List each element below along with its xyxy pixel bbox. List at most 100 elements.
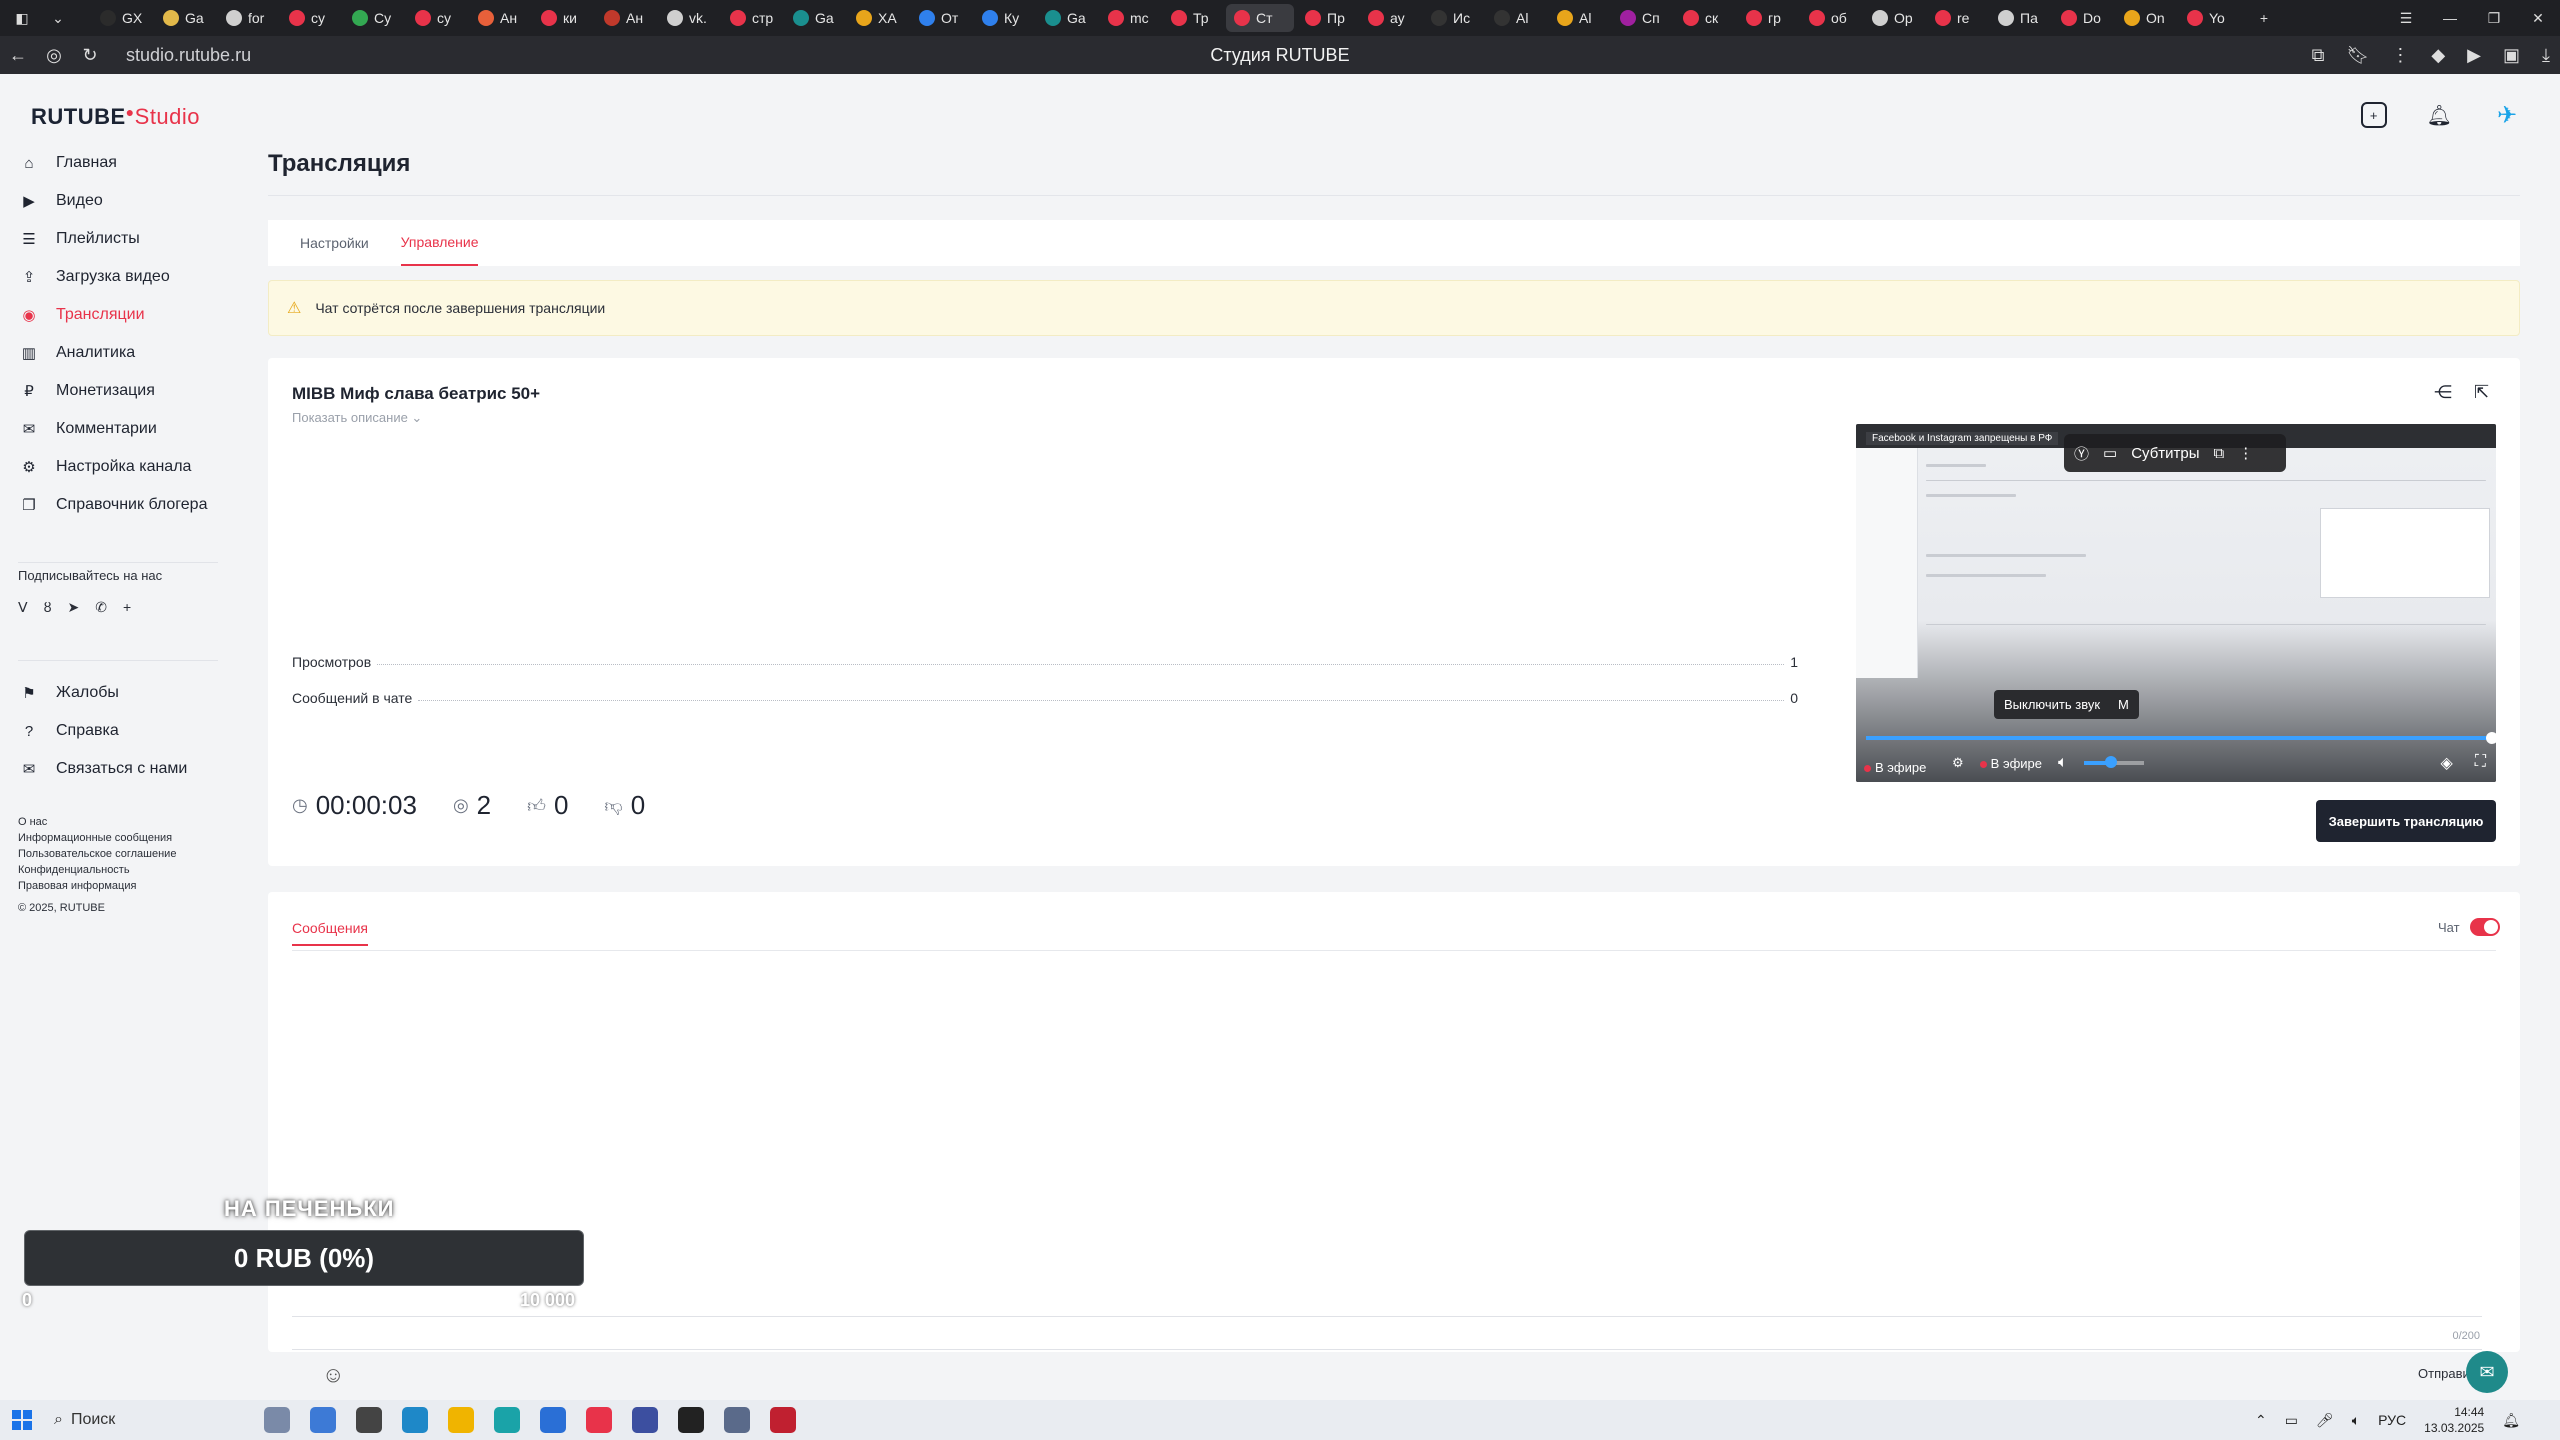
browser-tab[interactable]: for (218, 4, 278, 32)
share-icon[interactable]: ⋲ (2434, 382, 2452, 403)
browser-tab[interactable]: су (281, 4, 341, 32)
browser-tab[interactable]: Ст (1226, 4, 1294, 32)
sidebar-item-money[interactable]: ₽ Монетизация (0, 372, 230, 410)
media-icon[interactable]: ▶ (2467, 45, 2481, 66)
collections-icon[interactable]: ▣ (2503, 45, 2520, 66)
browser-tab[interactable]: Al (1486, 4, 1546, 32)
start-button[interactable] (12, 1410, 32, 1430)
rutube-studio-logo[interactable]: RUTUBE●Studio (31, 104, 200, 130)
browser-tab[interactable]: On (2116, 4, 2176, 32)
browser-tab[interactable]: От (911, 4, 971, 32)
browser-tab[interactable]: ХА (848, 4, 908, 32)
more-icon[interactable]: ⋮ (2391, 45, 2409, 66)
footer-link[interactable]: Правовая информация (18, 878, 176, 894)
app-copilot-icon[interactable] (310, 1407, 336, 1433)
sidebar-item-book[interactable]: ❐ Справочник блогера (0, 486, 230, 524)
app-explorer-icon[interactable] (356, 1407, 382, 1433)
browser-tab[interactable]: Yo (2179, 4, 2239, 32)
browser-tab[interactable]: Па (1990, 4, 2050, 32)
tray-volume-icon[interactable]: 🔈︎ (2352, 1412, 2360, 1429)
browser-tab[interactable]: Ga (155, 4, 215, 32)
sidebar-item-broadcast[interactable]: ◉ Трансляции (0, 296, 230, 334)
sidebar-item-gear[interactable]: ⚙ Настройка канала (0, 448, 230, 486)
player-more-icon[interactable]: ⋮ (2238, 444, 2253, 462)
app-edge-icon[interactable] (494, 1407, 520, 1433)
app-folder-icon[interactable] (448, 1407, 474, 1433)
reload-button[interactable]: ↻ (72, 45, 108, 66)
tab-list-chevron-icon[interactable]: ⌄ (44, 4, 72, 32)
social-wa-icon[interactable]: ✆ (95, 599, 107, 616)
chat-input[interactable] (292, 1316, 2482, 1350)
browser-tab[interactable]: ки (533, 4, 593, 32)
yandex-icon[interactable]: Ⓨ (2074, 443, 2089, 464)
sidebar-item-flag[interactable]: ⚑ Жалобы (0, 674, 230, 712)
social-tg-icon[interactable]: ➤ (68, 599, 80, 616)
social-ok-icon[interactable]: ȣ (44, 599, 52, 616)
browser-tab[interactable]: Су (344, 4, 404, 32)
browser-tab[interactable]: ск (1675, 4, 1735, 32)
browser-tab[interactable]: vk. (659, 4, 719, 32)
sidebar-item-upload[interactable]: ⇪ Загрузка видео (0, 258, 230, 296)
browser-tab[interactable]: Al (1549, 4, 1609, 32)
support-chat-button[interactable]: ✉ (2466, 1351, 2508, 1393)
sidebar-item-playlist[interactable]: ☰ Плейлисты (0, 220, 230, 258)
social-vk-icon[interactable]: ᐯ (18, 599, 28, 616)
back-button[interactable]: ← (0, 45, 36, 66)
sidebar-item-home[interactable]: ⌂ Главная (0, 144, 230, 182)
sidebar-item-help[interactable]: ? Справка (0, 712, 230, 750)
browser-tab[interactable]: Ga (785, 4, 845, 32)
close-window-button[interactable]: ✕ (2516, 10, 2560, 27)
browser-tab[interactable]: re (1927, 4, 1987, 32)
taskbar-search[interactable]: ⌕ Поиск (54, 1411, 234, 1429)
browser-tab[interactable]: Ан (470, 4, 530, 32)
browser-tab[interactable]: стр (722, 4, 782, 32)
browser-tab[interactable]: mc (1100, 4, 1160, 32)
browser-tab[interactable]: Пр (1297, 4, 1357, 32)
avatar[interactable]: ✈ (2492, 100, 2522, 130)
fullscreen-icon[interactable]: ⛶ (2475, 753, 2486, 773)
extension-icon[interactable]: ◆ (2431, 45, 2445, 66)
language-indicator[interactable]: РУС (2378, 1412, 2406, 1428)
notification-bell-icon[interactable]: 🔔︎ (2502, 1412, 2520, 1429)
sidebar-item-analytics[interactable]: ▥ Аналитика (0, 334, 230, 372)
create-button[interactable]: + (2360, 102, 2387, 128)
footer-link[interactable]: Информационные сообщения (18, 830, 176, 846)
app-terminal-icon[interactable] (678, 1407, 704, 1433)
bell-icon[interactable]: 🔔︎ (2427, 103, 2452, 128)
live-indicator[interactable]: В эфире (1979, 756, 2042, 771)
tray-chevron-icon[interactable]: ⌃ (2255, 1412, 2267, 1429)
browser-tab[interactable]: ау (1360, 4, 1420, 32)
end-stream-button[interactable]: Завершить трансляцию (2316, 800, 2496, 842)
browser-tab[interactable]: Ку (974, 4, 1034, 32)
tray-mic-icon[interactable]: 🎤︎ (2316, 1412, 2334, 1429)
app-store-icon[interactable] (402, 1407, 428, 1433)
sidebar-item-comment[interactable]: ✉ Комментарии (0, 410, 230, 448)
restore-button[interactable]: ❐ (2472, 10, 2516, 27)
subtitles-label[interactable]: Субтитры (2131, 445, 2199, 462)
sidebar-item-mail[interactable]: ✉ Связаться с нами (0, 750, 230, 788)
app-settings-icon[interactable] (724, 1407, 750, 1433)
pip-icon[interactable]: ⧉ (2214, 445, 2225, 462)
tab-control[interactable]: Управление (400, 220, 479, 266)
browser-tab[interactable]: GX (92, 4, 152, 32)
browser-tab[interactable]: об (1801, 4, 1861, 32)
new-tab-button[interactable]: + (2250, 4, 2278, 32)
browser-tab[interactable]: Сп (1612, 4, 1672, 32)
footer-link[interactable]: Пользовательское соглашение (18, 846, 176, 862)
footer-link[interactable]: О нас (18, 814, 176, 830)
browser-tab[interactable]: Ан (596, 4, 656, 32)
browser-menu-button[interactable]: ☰ (2384, 10, 2428, 27)
app-obs-icon[interactable] (770, 1407, 796, 1433)
subtitles-icon[interactable]: ▭ (2103, 444, 2117, 462)
player-progress-bar[interactable] (1866, 732, 2496, 744)
site-info-icon[interactable]: ◎ (36, 45, 72, 66)
app-widgets-icon[interactable] (264, 1407, 290, 1433)
tab-messages[interactable]: Сообщения (292, 920, 368, 946)
video-player[interactable]: Facebook и Instagram запрещены в РФ Ⓨ ▭ … (1856, 424, 2496, 782)
ai-enhance-icon[interactable]: ◈ (2440, 753, 2452, 773)
browser-tab[interactable]: су (407, 4, 467, 32)
open-external-icon[interactable]: ⇱ (2474, 382, 2489, 403)
tab-settings[interactable]: Настройки (300, 220, 369, 266)
clock[interactable]: 14:44 13.03.2025 (2424, 1404, 2484, 1436)
tray-network-icon[interactable]: ▭ (2285, 1412, 2298, 1429)
